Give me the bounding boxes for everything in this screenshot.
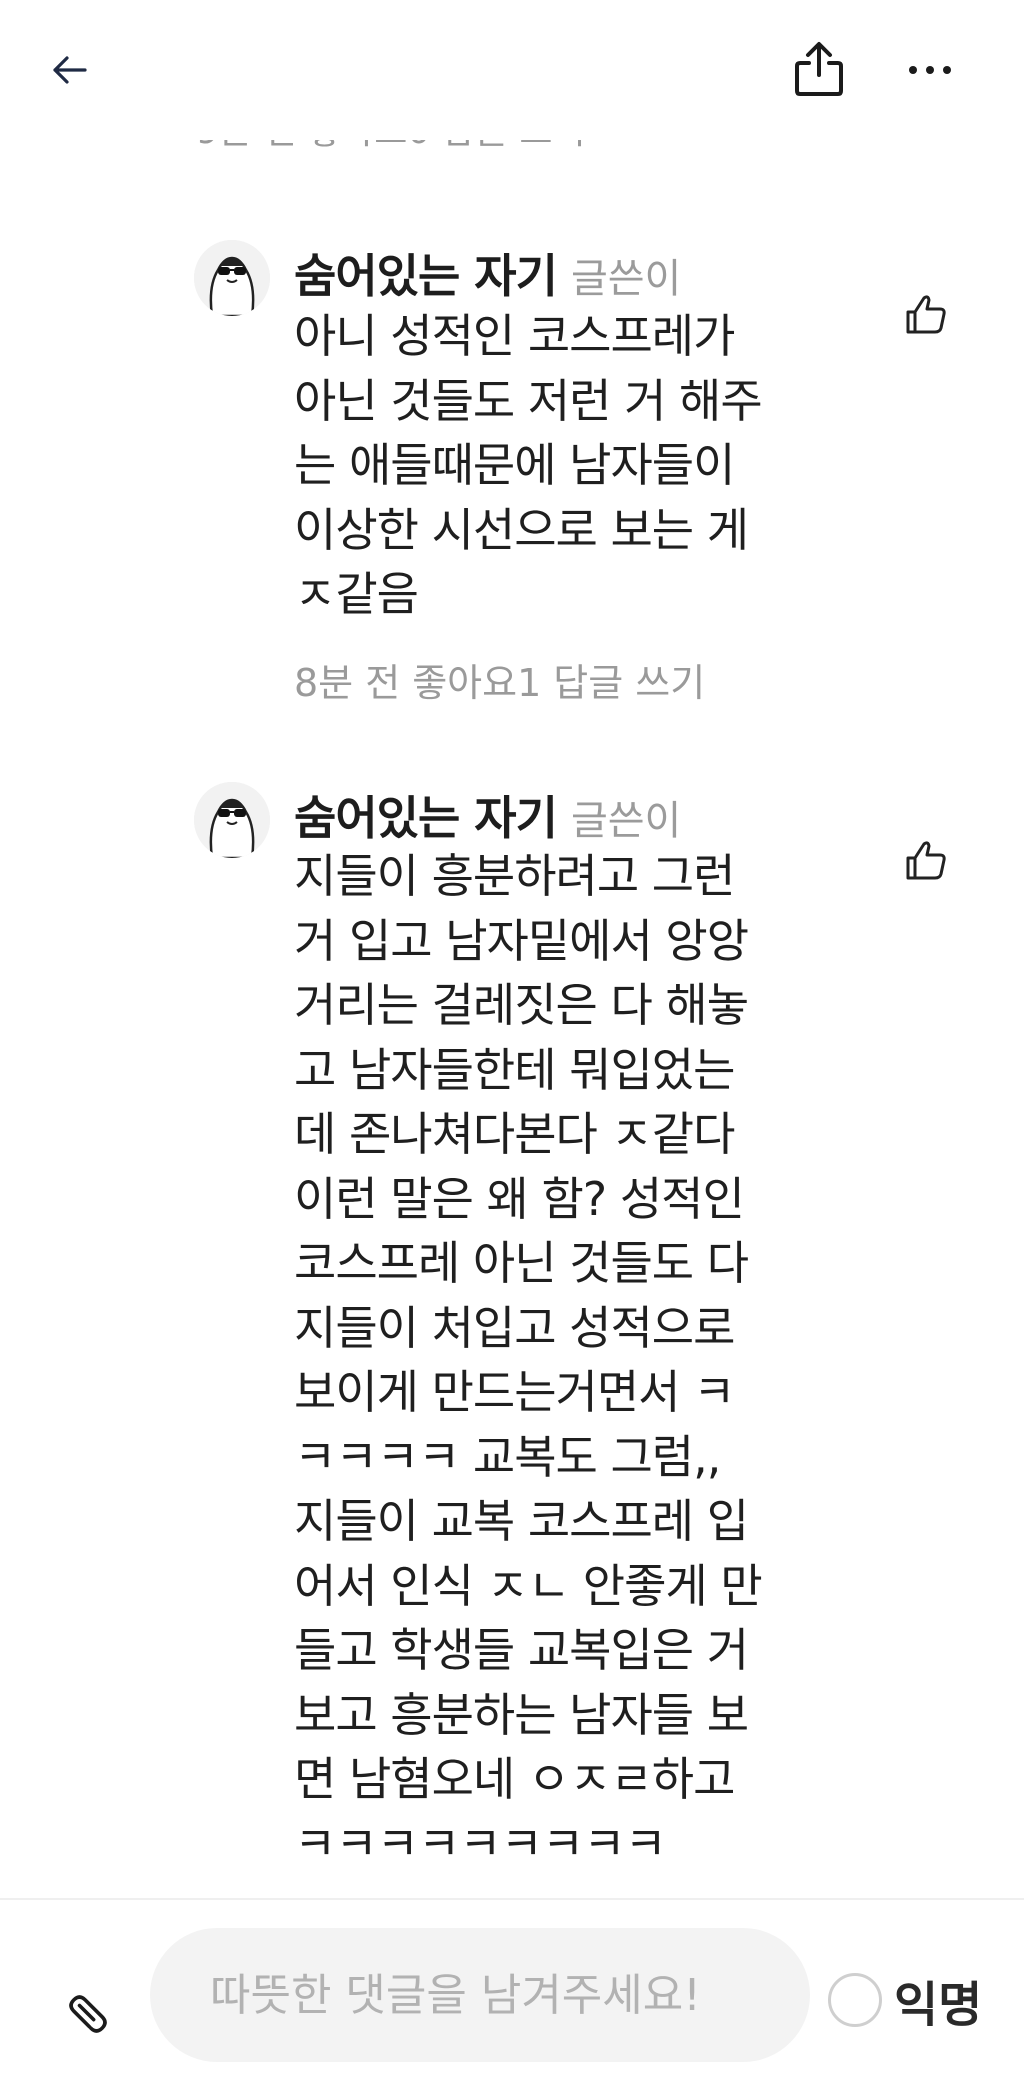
comment-composer: 익명: [0, 1898, 1024, 2089]
reply-text: 지들이 흥분하려고 그런 거 입고 남자밑에서 앙앙 거리는 걸레짓은 다 해놓…: [294, 849, 763, 1871]
top-bar: [0, 0, 1024, 140]
reply-like-count[interactable]: 좋아요1: [412, 661, 541, 705]
arrow-left-icon: [53, 56, 87, 84]
reply-author: 숨어있는 자기 글쓴이: [294, 240, 681, 306]
penguin-avatar-icon: [194, 782, 270, 858]
share-button[interactable]: [786, 36, 852, 102]
author-tag: 글쓴이: [570, 798, 682, 844]
penguin-avatar-icon: [194, 240, 270, 316]
reply-time: 8분 전: [294, 661, 401, 705]
write-reply-link[interactable]: 답글 쓰기: [553, 661, 705, 705]
author-tag: 글쓴이: [570, 256, 682, 302]
reply-text: 아니 성적인 코스프레가 아닌 것들도 저런 거 해주 는 애들때문에 남자들이…: [294, 309, 763, 621]
thumbs-up-icon: [906, 841, 946, 880]
reply-meta: 8분 전 좋아요1 답글 쓰기: [294, 652, 717, 707]
anonymous-toggle[interactable]: 익명: [828, 1968, 983, 2033]
paperclip-icon: [69, 1995, 107, 2033]
back-button[interactable]: [40, 40, 100, 100]
share-icon: [795, 42, 843, 96]
like-button[interactable]: [904, 292, 948, 336]
reply-item: 숨어있는 자기 글쓴이 지들이 흥분하려고 그런 거 입고 남자밑에서 앙앙 거리…: [194, 782, 954, 1902]
attach-button[interactable]: [56, 1982, 120, 2046]
reply-item: 숨어있는 자기 글쓴이 아니 성적인 코스프레가 아닌 것들도 저런 거 해주 는…: [194, 240, 954, 710]
more-button[interactable]: [900, 40, 960, 100]
anonymous-label: 익명: [894, 1977, 983, 2033]
avatar[interactable]: [194, 240, 270, 316]
reply-author: 숨어있는 자기 글쓴이: [294, 782, 681, 848]
author-name[interactable]: 숨어있는 자기: [294, 791, 558, 845]
avatar[interactable]: [194, 782, 270, 858]
thumbs-up-icon: [906, 295, 946, 334]
anonymous-radio[interactable]: [828, 1973, 882, 2027]
author-name[interactable]: 숨어있는 자기: [294, 249, 558, 303]
like-button[interactable]: [904, 838, 948, 882]
more-horizontal-icon: [909, 66, 951, 74]
comment-input[interactable]: [150, 1928, 810, 2062]
